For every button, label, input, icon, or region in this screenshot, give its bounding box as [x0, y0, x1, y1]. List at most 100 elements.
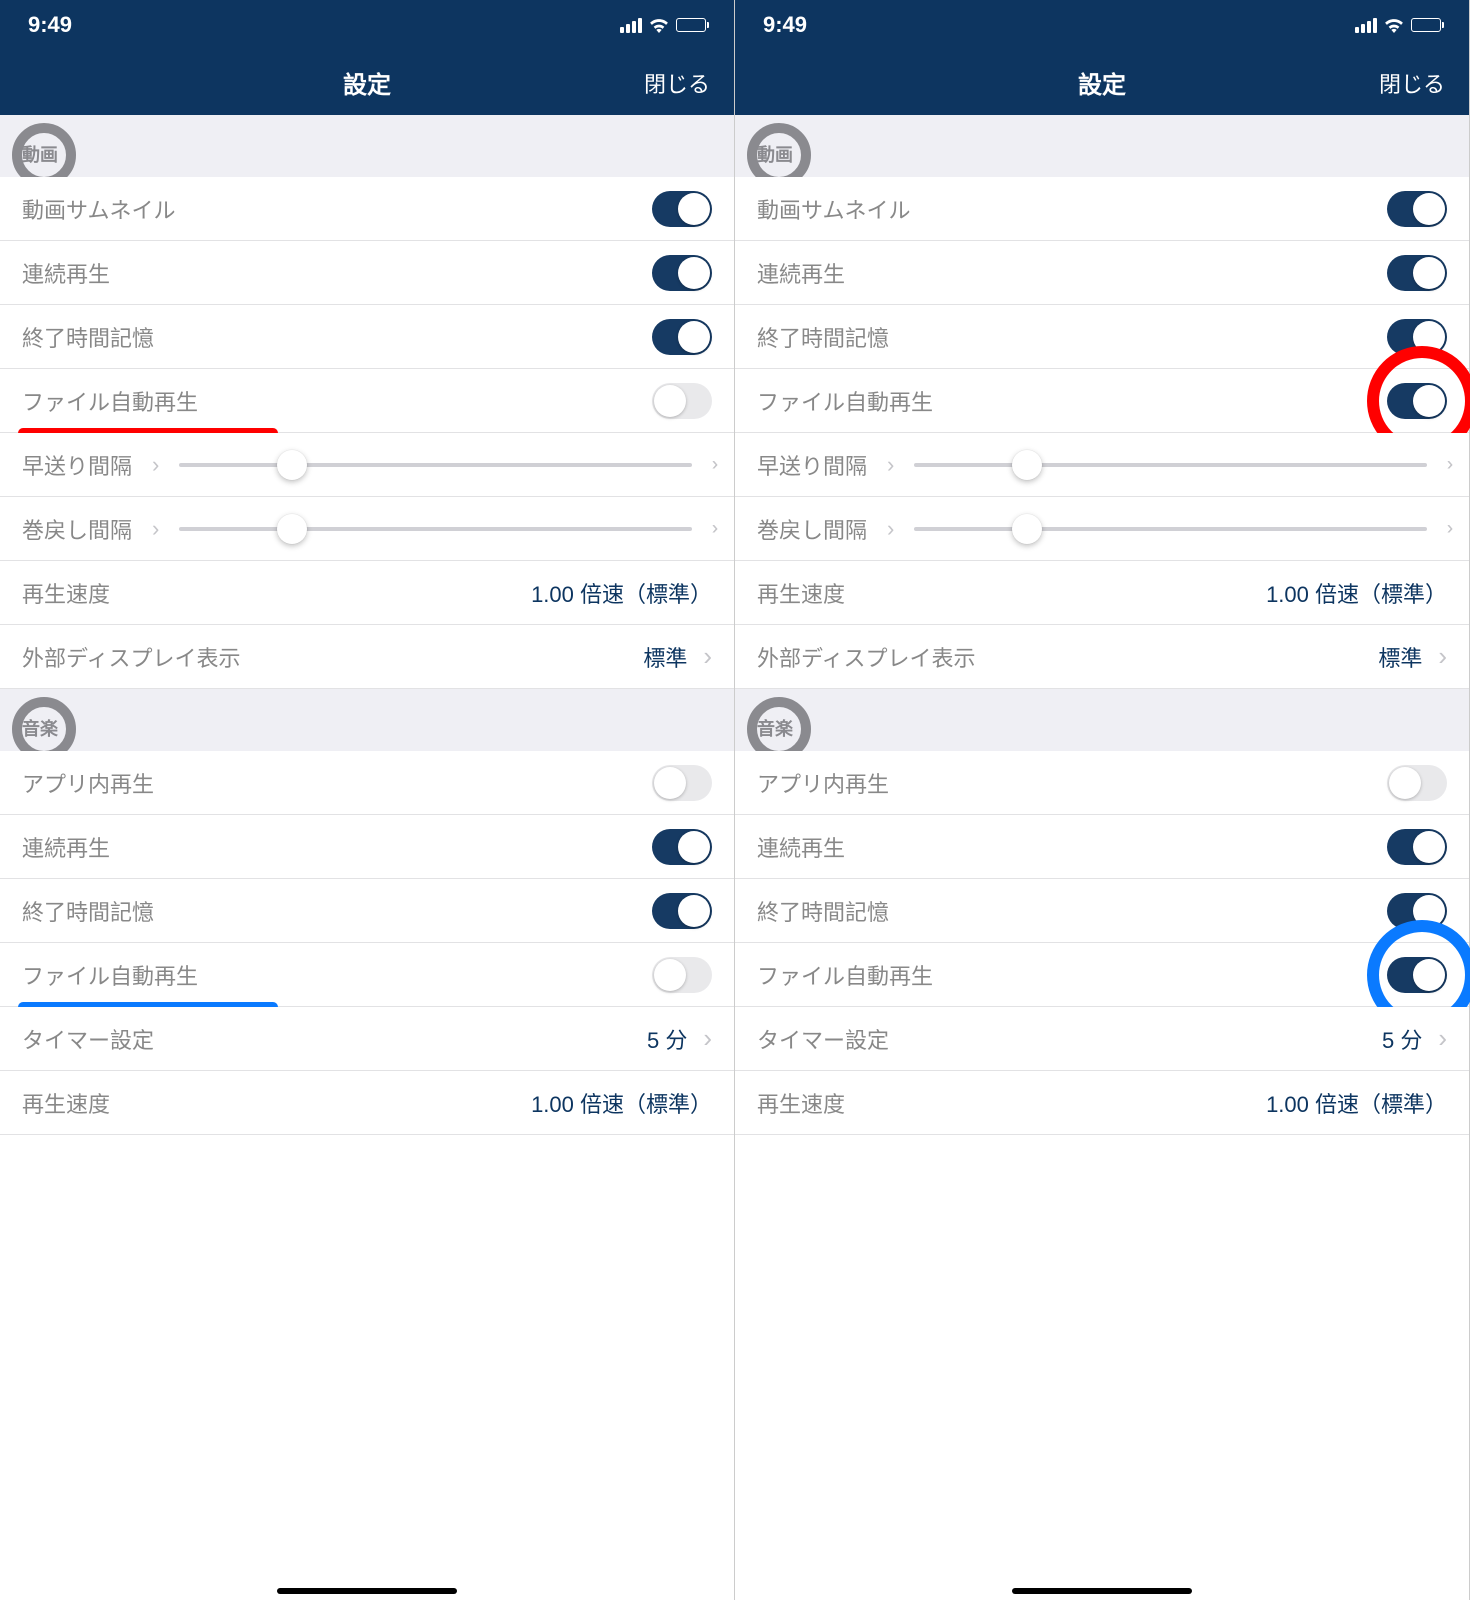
signal-icon	[620, 18, 642, 33]
row-label: アプリ内再生	[22, 767, 154, 799]
close-button[interactable]: 閉じる	[1379, 67, 1445, 99]
row-label: ファイル自動再生	[757, 385, 933, 417]
section-header-video-label: 動画	[757, 145, 793, 165]
status-time: 9:49	[763, 12, 807, 38]
chevron-left-icon: ›	[152, 452, 159, 478]
row-music-remember-end[interactable]: 終了時間記憶	[0, 879, 734, 943]
slider-thumb[interactable]	[277, 450, 307, 480]
row-music-speed[interactable]: 再生速度 1.00 倍速（標準）	[0, 1071, 734, 1135]
toggle-video-continuous[interactable]	[1387, 255, 1447, 291]
row-video-external-display[interactable]: 外部ディスプレイ表示 標準 ›	[0, 625, 734, 689]
row-music-continuous[interactable]: 連続再生	[0, 815, 734, 879]
toggle-video-thumbnail[interactable]	[1387, 191, 1447, 227]
wifi-icon	[1383, 17, 1405, 33]
row-value: 1.00 倍速（標準）	[531, 1087, 712, 1119]
home-indicator	[277, 1588, 457, 1594]
toggle-video-autoplay[interactable]	[652, 383, 712, 419]
row-music-continuous[interactable]: 連続再生	[735, 815, 1469, 879]
row-label: 連続再生	[757, 257, 845, 289]
toggle-video-autoplay[interactable]	[1387, 383, 1447, 419]
row-label: 連続再生	[22, 831, 110, 863]
toggle-music-inapp[interactable]	[652, 765, 712, 801]
row-label: 巻戻し間隔	[22, 513, 132, 545]
row-music-remember-end[interactable]: 終了時間記憶	[735, 879, 1469, 943]
row-music-autoplay[interactable]: ファイル自動再生	[735, 943, 1469, 1007]
row-video-remember-end[interactable]: 終了時間記憶	[0, 305, 734, 369]
chevron-right-icon: ›	[1438, 1023, 1447, 1054]
section-header-video-label: 動画	[22, 145, 58, 165]
row-video-rw-interval[interactable]: 巻戻し間隔 › ›››	[735, 497, 1469, 561]
row-video-continuous[interactable]: 連続再生	[735, 241, 1469, 305]
chevron-left-icon: ›	[152, 516, 159, 542]
row-value: 1.00 倍速（標準）	[1266, 1087, 1447, 1119]
close-button[interactable]: 閉じる	[644, 67, 710, 99]
slider-ff[interactable]	[179, 463, 692, 467]
row-label: ファイル自動再生	[757, 959, 933, 991]
row-label: 外部ディスプレイ表示	[757, 641, 975, 673]
row-label: 終了時間記憶	[757, 895, 889, 927]
section-header-video: 動画	[0, 115, 734, 177]
row-video-autoplay[interactable]: ファイル自動再生	[0, 369, 734, 433]
toggle-video-remember-end[interactable]	[1387, 319, 1447, 355]
row-label: 外部ディスプレイ表示	[22, 641, 240, 673]
row-music-speed[interactable]: 再生速度 1.00 倍速（標準）	[735, 1071, 1469, 1135]
row-music-inapp[interactable]: アプリ内再生	[735, 751, 1469, 815]
row-label: 再生速度	[22, 577, 110, 609]
row-label: タイマー設定	[22, 1023, 154, 1055]
section-header-music-label: 音楽	[757, 719, 793, 739]
status-time: 9:49	[28, 12, 72, 38]
row-label: 連続再生	[22, 257, 110, 289]
slider-rw[interactable]	[914, 527, 1427, 531]
toggle-music-continuous[interactable]	[652, 829, 712, 865]
toggle-video-continuous[interactable]	[652, 255, 712, 291]
nav-title: 設定	[343, 65, 391, 100]
row-music-timer[interactable]: タイマー設定 5 分 ›	[735, 1007, 1469, 1071]
row-video-autoplay[interactable]: ファイル自動再生	[735, 369, 1469, 433]
section-header-music: 音楽	[735, 689, 1469, 751]
slider-thumb[interactable]	[277, 514, 307, 544]
screen-right: 9:49 設定 閉じる 動画 動画サムネイル 連続再生 終了時間記憶 ファイル自…	[735, 0, 1470, 1600]
row-video-speed[interactable]: 再生速度 1.00 倍速（標準）	[0, 561, 734, 625]
chevron-left-icon: ›	[887, 516, 894, 542]
nav-bar: 設定 閉じる	[0, 50, 734, 115]
toggle-music-remember-end[interactable]	[1387, 893, 1447, 929]
toggle-video-thumbnail[interactable]	[652, 191, 712, 227]
row-music-timer[interactable]: タイマー設定 5 分 ›	[0, 1007, 734, 1071]
row-music-inapp[interactable]: アプリ内再生	[0, 751, 734, 815]
row-video-thumbnail[interactable]: 動画サムネイル	[735, 177, 1469, 241]
toggle-music-autoplay[interactable]	[1387, 957, 1447, 993]
row-label: 巻戻し間隔	[757, 513, 867, 545]
toggle-video-remember-end[interactable]	[652, 319, 712, 355]
status-icons	[1355, 17, 1441, 33]
row-video-speed[interactable]: 再生速度 1.00 倍速（標準）	[735, 561, 1469, 625]
toggle-music-continuous[interactable]	[1387, 829, 1447, 865]
battery-icon	[1411, 18, 1441, 32]
row-video-remember-end[interactable]: 終了時間記憶	[735, 305, 1469, 369]
status-bar: 9:49	[0, 0, 734, 50]
row-video-ff-interval[interactable]: 早送り間隔 › ›››	[0, 433, 734, 497]
wifi-icon	[648, 17, 670, 33]
toggle-music-inapp[interactable]	[1387, 765, 1447, 801]
section-header-music-label: 音楽	[22, 719, 58, 739]
signal-icon	[1355, 18, 1377, 33]
toggle-music-autoplay[interactable]	[652, 957, 712, 993]
row-video-thumbnail[interactable]: 動画サムネイル	[0, 177, 734, 241]
slider-ff[interactable]	[914, 463, 1427, 467]
row-video-continuous[interactable]: 連続再生	[0, 241, 734, 305]
row-label: 再生速度	[757, 1087, 845, 1119]
row-music-autoplay[interactable]: ファイル自動再生	[0, 943, 734, 1007]
slider-thumb[interactable]	[1012, 514, 1042, 544]
row-label: アプリ内再生	[757, 767, 889, 799]
home-indicator	[1012, 1588, 1192, 1594]
row-video-rw-interval[interactable]: 巻戻し間隔 › ›››	[0, 497, 734, 561]
row-video-external-display[interactable]: 外部ディスプレイ表示 標準 ›	[735, 625, 1469, 689]
row-value: 1.00 倍速（標準）	[1266, 577, 1447, 609]
row-video-ff-interval[interactable]: 早送り間隔 › ›››	[735, 433, 1469, 497]
slider-rw[interactable]	[179, 527, 692, 531]
chevron-left-icon: ›	[887, 452, 894, 478]
slider-thumb[interactable]	[1012, 450, 1042, 480]
toggle-music-remember-end[interactable]	[652, 893, 712, 929]
nav-bar: 設定 閉じる	[735, 50, 1469, 115]
section-header-music: 音楽	[0, 689, 734, 751]
nav-title: 設定	[1078, 65, 1126, 100]
